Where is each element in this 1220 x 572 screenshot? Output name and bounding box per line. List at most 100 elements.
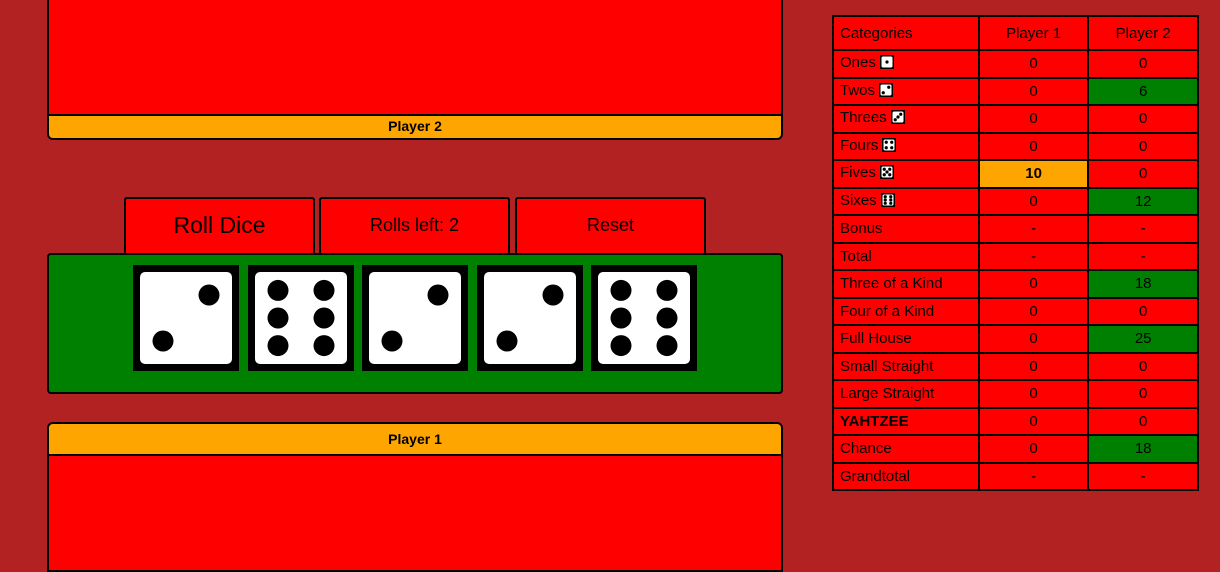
score-row: Total - - bbox=[832, 241, 1199, 271]
die-pip bbox=[896, 115, 900, 119]
player1-score-cell[interactable]: 0 bbox=[977, 379, 1090, 409]
reset-button[interactable]: Reset bbox=[515, 197, 706, 255]
category-cell: Full House bbox=[832, 324, 980, 354]
die-face bbox=[140, 272, 232, 364]
score-row: Grandtotal - - bbox=[832, 461, 1199, 491]
die-pip bbox=[656, 335, 678, 357]
die-two-icon[interactable] bbox=[362, 265, 468, 371]
category-cell: Fours bbox=[832, 131, 980, 161]
player1-score-cell[interactable]: 0 bbox=[977, 351, 1090, 381]
category-label: Chance bbox=[840, 440, 892, 458]
player2-score-cell[interactable]: 6 bbox=[1087, 76, 1199, 106]
die-pip bbox=[890, 145, 894, 150]
player1-area: Player 1 bbox=[47, 422, 783, 572]
die-six-icon[interactable] bbox=[247, 265, 354, 371]
die-pip bbox=[888, 201, 893, 205]
player2-score-cell[interactable]: 0 bbox=[1087, 406, 1199, 436]
player2-score-cell[interactable]: - bbox=[1087, 241, 1199, 271]
player1-score-cell[interactable]: 0 bbox=[977, 406, 1090, 436]
die-one-icon bbox=[879, 55, 894, 70]
player1-score-cell[interactable]: 0 bbox=[977, 49, 1090, 79]
player2-score-cell[interactable]: 12 bbox=[1087, 186, 1199, 216]
score-row: Sixes 0 12 bbox=[832, 186, 1199, 216]
player1-score-cell[interactable]: 0 bbox=[977, 131, 1090, 161]
score-row: Ones 0 0 bbox=[832, 49, 1199, 79]
die-two-icon[interactable] bbox=[133, 265, 239, 371]
player1-score-cell[interactable]: 0 bbox=[977, 104, 1090, 134]
player2-score-cell[interactable]: 18 bbox=[1087, 269, 1199, 299]
score-row: Twos 0 6 bbox=[832, 76, 1199, 106]
die-pip bbox=[267, 307, 288, 329]
die-six-icon[interactable] bbox=[591, 265, 697, 371]
die-pip bbox=[427, 284, 449, 306]
player1-score-cell[interactable]: 0 bbox=[977, 434, 1090, 464]
category-label: Bonus bbox=[840, 220, 883, 238]
die-pip bbox=[313, 279, 334, 301]
die-1[interactable] bbox=[133, 265, 239, 371]
player1-score-cell[interactable]: 0 bbox=[977, 324, 1090, 354]
player2-score-cell[interactable]: 25 bbox=[1087, 324, 1199, 354]
die-5[interactable] bbox=[591, 265, 697, 371]
category-label: Total bbox=[840, 247, 872, 265]
category-die-icon bbox=[879, 165, 894, 183]
player2-score-cell[interactable]: 0 bbox=[1087, 159, 1199, 189]
die-two-icon[interactable] bbox=[476, 265, 583, 371]
category-die-icon bbox=[880, 192, 895, 211]
die-pip bbox=[888, 194, 893, 199]
player2-score-cell[interactable]: - bbox=[1087, 214, 1199, 244]
die-face bbox=[483, 272, 576, 364]
score-row: YAHTZEE 0 0 bbox=[832, 406, 1199, 436]
category-die-icon bbox=[882, 137, 897, 156]
die-four-icon bbox=[882, 137, 897, 152]
category-label: Fives bbox=[840, 164, 876, 182]
die-pip bbox=[610, 307, 632, 329]
player2-score-cell[interactable]: 0 bbox=[1087, 379, 1199, 409]
player2-score-cell[interactable]: 0 bbox=[1087, 296, 1199, 326]
category-label: Small Straight bbox=[840, 357, 934, 375]
die-face bbox=[369, 272, 461, 364]
category-label: Large Straight bbox=[840, 385, 935, 403]
player2-score-cell[interactable]: 0 bbox=[1087, 351, 1199, 381]
category-cell: Grandtotal bbox=[832, 461, 980, 491]
score-row: Fours 0 0 bbox=[832, 131, 1199, 161]
player1-score-cell[interactable]: 10 bbox=[977, 159, 1090, 189]
die-pip bbox=[893, 118, 897, 122]
die-pip bbox=[267, 335, 288, 357]
player1-score-cell[interactable]: - bbox=[977, 214, 1090, 244]
die-pip bbox=[884, 140, 889, 144]
player2-label: Player 2 bbox=[49, 114, 781, 138]
die-pip bbox=[898, 112, 903, 117]
category-label: Sixes bbox=[840, 191, 877, 209]
die-pip bbox=[884, 145, 889, 150]
die-2[interactable] bbox=[247, 265, 354, 371]
die-pip bbox=[881, 90, 885, 95]
category-cell: Sixes bbox=[832, 186, 980, 216]
roll-dice-button[interactable]: Roll Dice bbox=[124, 197, 315, 255]
player2-score-cell[interactable]: 18 bbox=[1087, 434, 1199, 464]
player1-score-cell[interactable]: - bbox=[977, 461, 1090, 491]
category-die-icon bbox=[879, 55, 894, 73]
die-pip bbox=[888, 198, 893, 202]
player2-score-cell[interactable]: - bbox=[1087, 461, 1199, 491]
die-pip bbox=[610, 279, 632, 301]
die-pip bbox=[656, 307, 678, 329]
player2-score-cell[interactable]: 0 bbox=[1087, 104, 1199, 134]
die-4[interactable] bbox=[476, 265, 583, 371]
category-label: Threes bbox=[840, 109, 887, 127]
die-3[interactable] bbox=[362, 265, 468, 371]
score-row: Three of a Kind 0 18 bbox=[832, 269, 1199, 299]
player1-score-cell[interactable]: 0 bbox=[977, 269, 1090, 299]
category-label: Four of a Kind bbox=[840, 302, 935, 320]
die-pip bbox=[885, 60, 889, 64]
player2-score-cell[interactable]: 0 bbox=[1087, 131, 1199, 161]
category-cell: YAHTZEE bbox=[832, 406, 980, 436]
player1-score-cell[interactable]: 0 bbox=[977, 296, 1090, 326]
die-two-icon bbox=[879, 82, 894, 97]
category-label: Fours bbox=[840, 136, 879, 154]
score-row: Four of a Kind 0 0 bbox=[832, 296, 1199, 326]
player2-score-cell[interactable]: 0 bbox=[1087, 49, 1199, 79]
die-pip bbox=[885, 170, 889, 174]
player1-score-cell[interactable]: 0 bbox=[977, 76, 1090, 106]
player1-score-cell[interactable]: - bbox=[977, 241, 1090, 271]
player1-score-cell[interactable]: 0 bbox=[977, 186, 1090, 216]
